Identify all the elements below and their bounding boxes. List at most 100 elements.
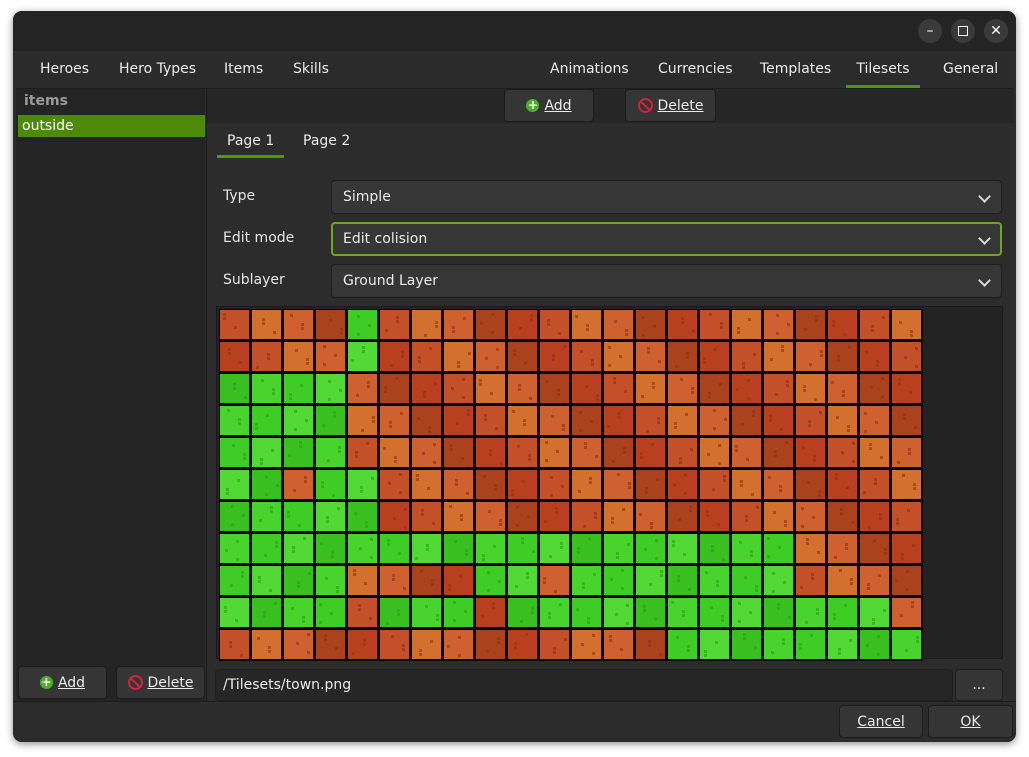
tile-blocked[interactable]: [892, 598, 921, 627]
tile-blocked[interactable]: [476, 374, 505, 403]
tile-blocked[interactable]: [764, 438, 793, 467]
tile-blocked[interactable]: [604, 438, 633, 467]
tile-blocked[interactable]: [828, 374, 857, 403]
tile-blocked[interactable]: [540, 630, 569, 659]
tile-blocked[interactable]: [284, 470, 313, 499]
tile-passable[interactable]: [668, 534, 697, 563]
tile-blocked[interactable]: [764, 342, 793, 371]
tab-hero-types[interactable]: Hero Types: [109, 52, 206, 87]
ok-button[interactable]: OK: [928, 705, 1013, 738]
tile-blocked[interactable]: [284, 310, 313, 339]
tile-blocked[interactable]: [540, 502, 569, 531]
tile-blocked[interactable]: [860, 502, 889, 531]
list-item-outside[interactable]: outside: [18, 115, 205, 137]
tile-passable[interactable]: [892, 630, 921, 659]
tile-passable[interactable]: [860, 630, 889, 659]
tile-passable[interactable]: [732, 598, 761, 627]
tile-blocked[interactable]: [892, 470, 921, 499]
tile-blocked[interactable]: [796, 566, 825, 595]
tile-blocked[interactable]: [732, 470, 761, 499]
edit-mode-select[interactable]: Edit colision: [331, 222, 1002, 256]
tab-skills[interactable]: Skills: [283, 52, 339, 87]
tile-blocked[interactable]: [796, 374, 825, 403]
tile-passable[interactable]: [284, 566, 313, 595]
tile-blocked[interactable]: [220, 630, 249, 659]
maximize-icon[interactable]: [951, 19, 975, 43]
tab-page-2[interactable]: Page 2: [293, 127, 360, 157]
tile-blocked[interactable]: [604, 406, 633, 435]
tile-passable[interactable]: [348, 470, 377, 499]
tileset-collision-grid[interactable]: [219, 309, 923, 661]
tile-blocked[interactable]: [860, 566, 889, 595]
tile-passable[interactable]: [604, 566, 633, 595]
tile-passable[interactable]: [572, 534, 601, 563]
tile-passable[interactable]: [252, 406, 281, 435]
tile-blocked[interactable]: [252, 630, 281, 659]
tile-passable[interactable]: [572, 566, 601, 595]
delete-page-button[interactable]: Delete: [625, 89, 716, 122]
tile-passable[interactable]: [700, 598, 729, 627]
tile-passable[interactable]: [284, 534, 313, 563]
tileset-canvas[interactable]: [216, 306, 1003, 661]
sublayer-select[interactable]: Ground Layer: [331, 264, 1002, 298]
tile-blocked[interactable]: [316, 342, 345, 371]
tile-passable[interactable]: [636, 534, 665, 563]
tile-blocked[interactable]: [732, 438, 761, 467]
tile-passable[interactable]: [284, 406, 313, 435]
tile-blocked[interactable]: [700, 342, 729, 371]
tile-passable[interactable]: [220, 406, 249, 435]
tile-blocked[interactable]: [508, 630, 537, 659]
tile-blocked[interactable]: [764, 470, 793, 499]
tile-passable[interactable]: [508, 566, 537, 595]
tile-blocked[interactable]: [284, 342, 313, 371]
tile-passable[interactable]: [316, 534, 345, 563]
tile-passable[interactable]: [476, 534, 505, 563]
tile-blocked[interactable]: [348, 438, 377, 467]
tile-blocked[interactable]: [508, 502, 537, 531]
browse-button[interactable]: ...: [955, 669, 1003, 701]
tile-blocked[interactable]: [444, 310, 473, 339]
minimize-icon[interactable]: –: [918, 19, 942, 43]
tile-blocked[interactable]: [508, 438, 537, 467]
tile-blocked[interactable]: [764, 406, 793, 435]
tile-blocked[interactable]: [476, 502, 505, 531]
tile-blocked[interactable]: [636, 406, 665, 435]
tile-blocked[interactable]: [412, 502, 441, 531]
tile-blocked[interactable]: [572, 630, 601, 659]
tile-blocked[interactable]: [252, 310, 281, 339]
tile-blocked[interactable]: [668, 438, 697, 467]
tile-blocked[interactable]: [700, 438, 729, 467]
tile-passable[interactable]: [252, 374, 281, 403]
tile-passable[interactable]: [572, 598, 601, 627]
tile-passable[interactable]: [220, 470, 249, 499]
tile-blocked[interactable]: [444, 374, 473, 403]
tile-blocked[interactable]: [540, 310, 569, 339]
tile-blocked[interactable]: [476, 342, 505, 371]
tile-blocked[interactable]: [668, 342, 697, 371]
tile-passable[interactable]: [220, 566, 249, 595]
tile-passable[interactable]: [252, 566, 281, 595]
tile-passable[interactable]: [316, 502, 345, 531]
add-page-button[interactable]: + Add: [504, 89, 594, 122]
tile-blocked[interactable]: [412, 438, 441, 467]
tile-blocked[interactable]: [636, 470, 665, 499]
cancel-button[interactable]: Cancel: [839, 705, 923, 738]
tile-passable[interactable]: [636, 598, 665, 627]
tile-passable[interactable]: [668, 630, 697, 659]
tile-passable[interactable]: [316, 406, 345, 435]
tile-passable[interactable]: [252, 534, 281, 563]
tile-blocked[interactable]: [412, 342, 441, 371]
tab-currencies[interactable]: Currencies: [648, 52, 743, 87]
tile-blocked[interactable]: [700, 310, 729, 339]
tile-blocked[interactable]: [700, 374, 729, 403]
tile-passable[interactable]: [540, 598, 569, 627]
tile-blocked[interactable]: [476, 598, 505, 627]
tile-passable[interactable]: [764, 630, 793, 659]
tab-templates[interactable]: Templates: [750, 52, 841, 87]
tile-passable[interactable]: [316, 470, 345, 499]
tile-blocked[interactable]: [604, 374, 633, 403]
tile-blocked[interactable]: [828, 502, 857, 531]
tile-blocked[interactable]: [348, 566, 377, 595]
tile-passable[interactable]: [764, 598, 793, 627]
tile-blocked[interactable]: [508, 342, 537, 371]
